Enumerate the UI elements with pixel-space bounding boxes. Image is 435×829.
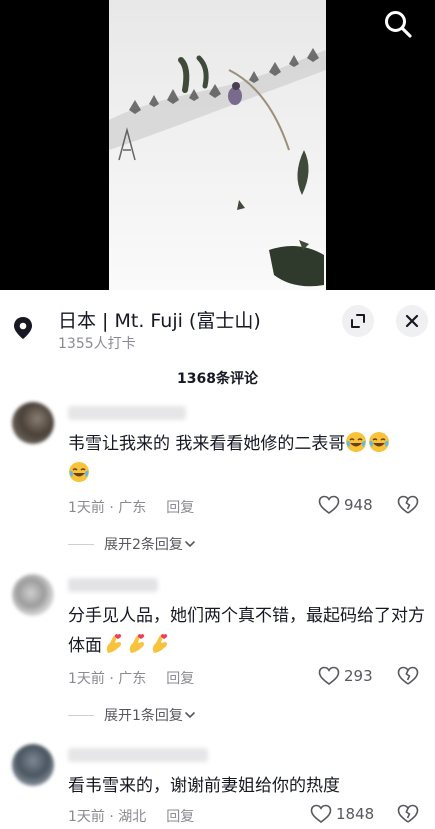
comment-text-content: 韦雪让我来的 我来看看她修的二表哥	[68, 434, 346, 454]
close-icon	[405, 314, 419, 328]
finger-heart-emoji-icon	[148, 634, 171, 656]
comment-meta: 1天前 · 广东 回复	[68, 668, 194, 688]
chevron-down-icon	[185, 712, 195, 719]
avatar[interactable]	[12, 574, 54, 616]
expand-replies-label: 展开1条回复	[104, 708, 183, 724]
finger-heart-emoji-icon	[102, 634, 125, 656]
dislike-button[interactable]	[397, 804, 419, 826]
dislike-button[interactable]	[397, 495, 419, 517]
video-player[interactable]	[0, 0, 435, 290]
comment-time-location: 1天前 · 广东	[68, 500, 147, 516]
expand-replies-button[interactable]: 展开2条回复	[68, 534, 197, 554]
broken-heart-icon	[397, 495, 419, 514]
broken-heart-icon	[397, 804, 419, 823]
reply-button[interactable]: 回复	[166, 671, 194, 687]
heart-icon	[318, 666, 340, 685]
comment-text-content: 看韦雪来的，谢谢前妻姐给你的热度	[68, 776, 340, 796]
dislike-button[interactable]	[397, 666, 419, 688]
reply-button[interactable]: 回复	[166, 500, 194, 516]
username-blurred[interactable]	[68, 578, 158, 592]
comment-text: 分手见人品，她们两个真不错，最起码给了对方体面	[68, 601, 428, 661]
video-frame	[109, 0, 326, 290]
search-button[interactable]	[383, 9, 413, 39]
divider-line	[68, 543, 94, 545]
like-count: 948	[344, 496, 373, 514]
comment-text: 韦雪让我来的 我来看看她修的二表哥	[68, 429, 428, 489]
finger-heart-emoji-icon	[125, 634, 148, 656]
avatar[interactable]	[12, 744, 54, 786]
username-blurred[interactable]	[68, 748, 208, 762]
divider-line	[68, 714, 94, 716]
broken-heart-icon	[397, 666, 419, 685]
expand-replies-label: 展开2条回复	[104, 537, 183, 553]
comment-time-location: 1天前 · 广东	[68, 671, 147, 687]
search-icon	[385, 11, 412, 38]
location-title[interactable]: 日本 | Mt. Fuji (富士山)	[58, 306, 261, 333]
expand-icon	[351, 314, 365, 328]
chevron-down-icon	[185, 541, 195, 548]
comment-meta: 1天前 · 湖北 回复	[68, 806, 194, 826]
heart-icon	[310, 804, 332, 823]
comment-meta: 1天前 · 广东 回复	[68, 497, 194, 517]
expand-button[interactable]	[342, 305, 374, 337]
video-scene-illustration	[109, 0, 326, 290]
avatar[interactable]	[12, 402, 54, 444]
like-button[interactable]: 293	[318, 666, 373, 686]
location-checkins: 1355人打卡	[58, 336, 136, 352]
location-pin-icon	[12, 316, 34, 340]
like-button[interactable]: 948	[318, 495, 373, 515]
like-count: 293	[344, 667, 373, 685]
laughing-crying-emoji-icon	[368, 432, 391, 454]
comment-text: 看韦雪来的，谢谢前妻姐给你的热度	[68, 771, 428, 801]
comment-time-location: 1天前 · 湖北	[68, 809, 147, 825]
comment-count: 1368条评论	[177, 371, 258, 387]
username-blurred[interactable]	[68, 406, 186, 420]
like-button[interactable]: 1848	[310, 804, 374, 824]
expand-replies-button[interactable]: 展开1条回复	[68, 705, 197, 725]
close-button[interactable]	[396, 305, 428, 337]
heart-icon	[318, 495, 340, 514]
laughing-crying-emoji-icon	[68, 462, 91, 484]
reply-button[interactable]: 回复	[166, 809, 194, 825]
like-count: 1848	[336, 805, 375, 823]
laughing-crying-emoji-icon	[345, 432, 368, 454]
